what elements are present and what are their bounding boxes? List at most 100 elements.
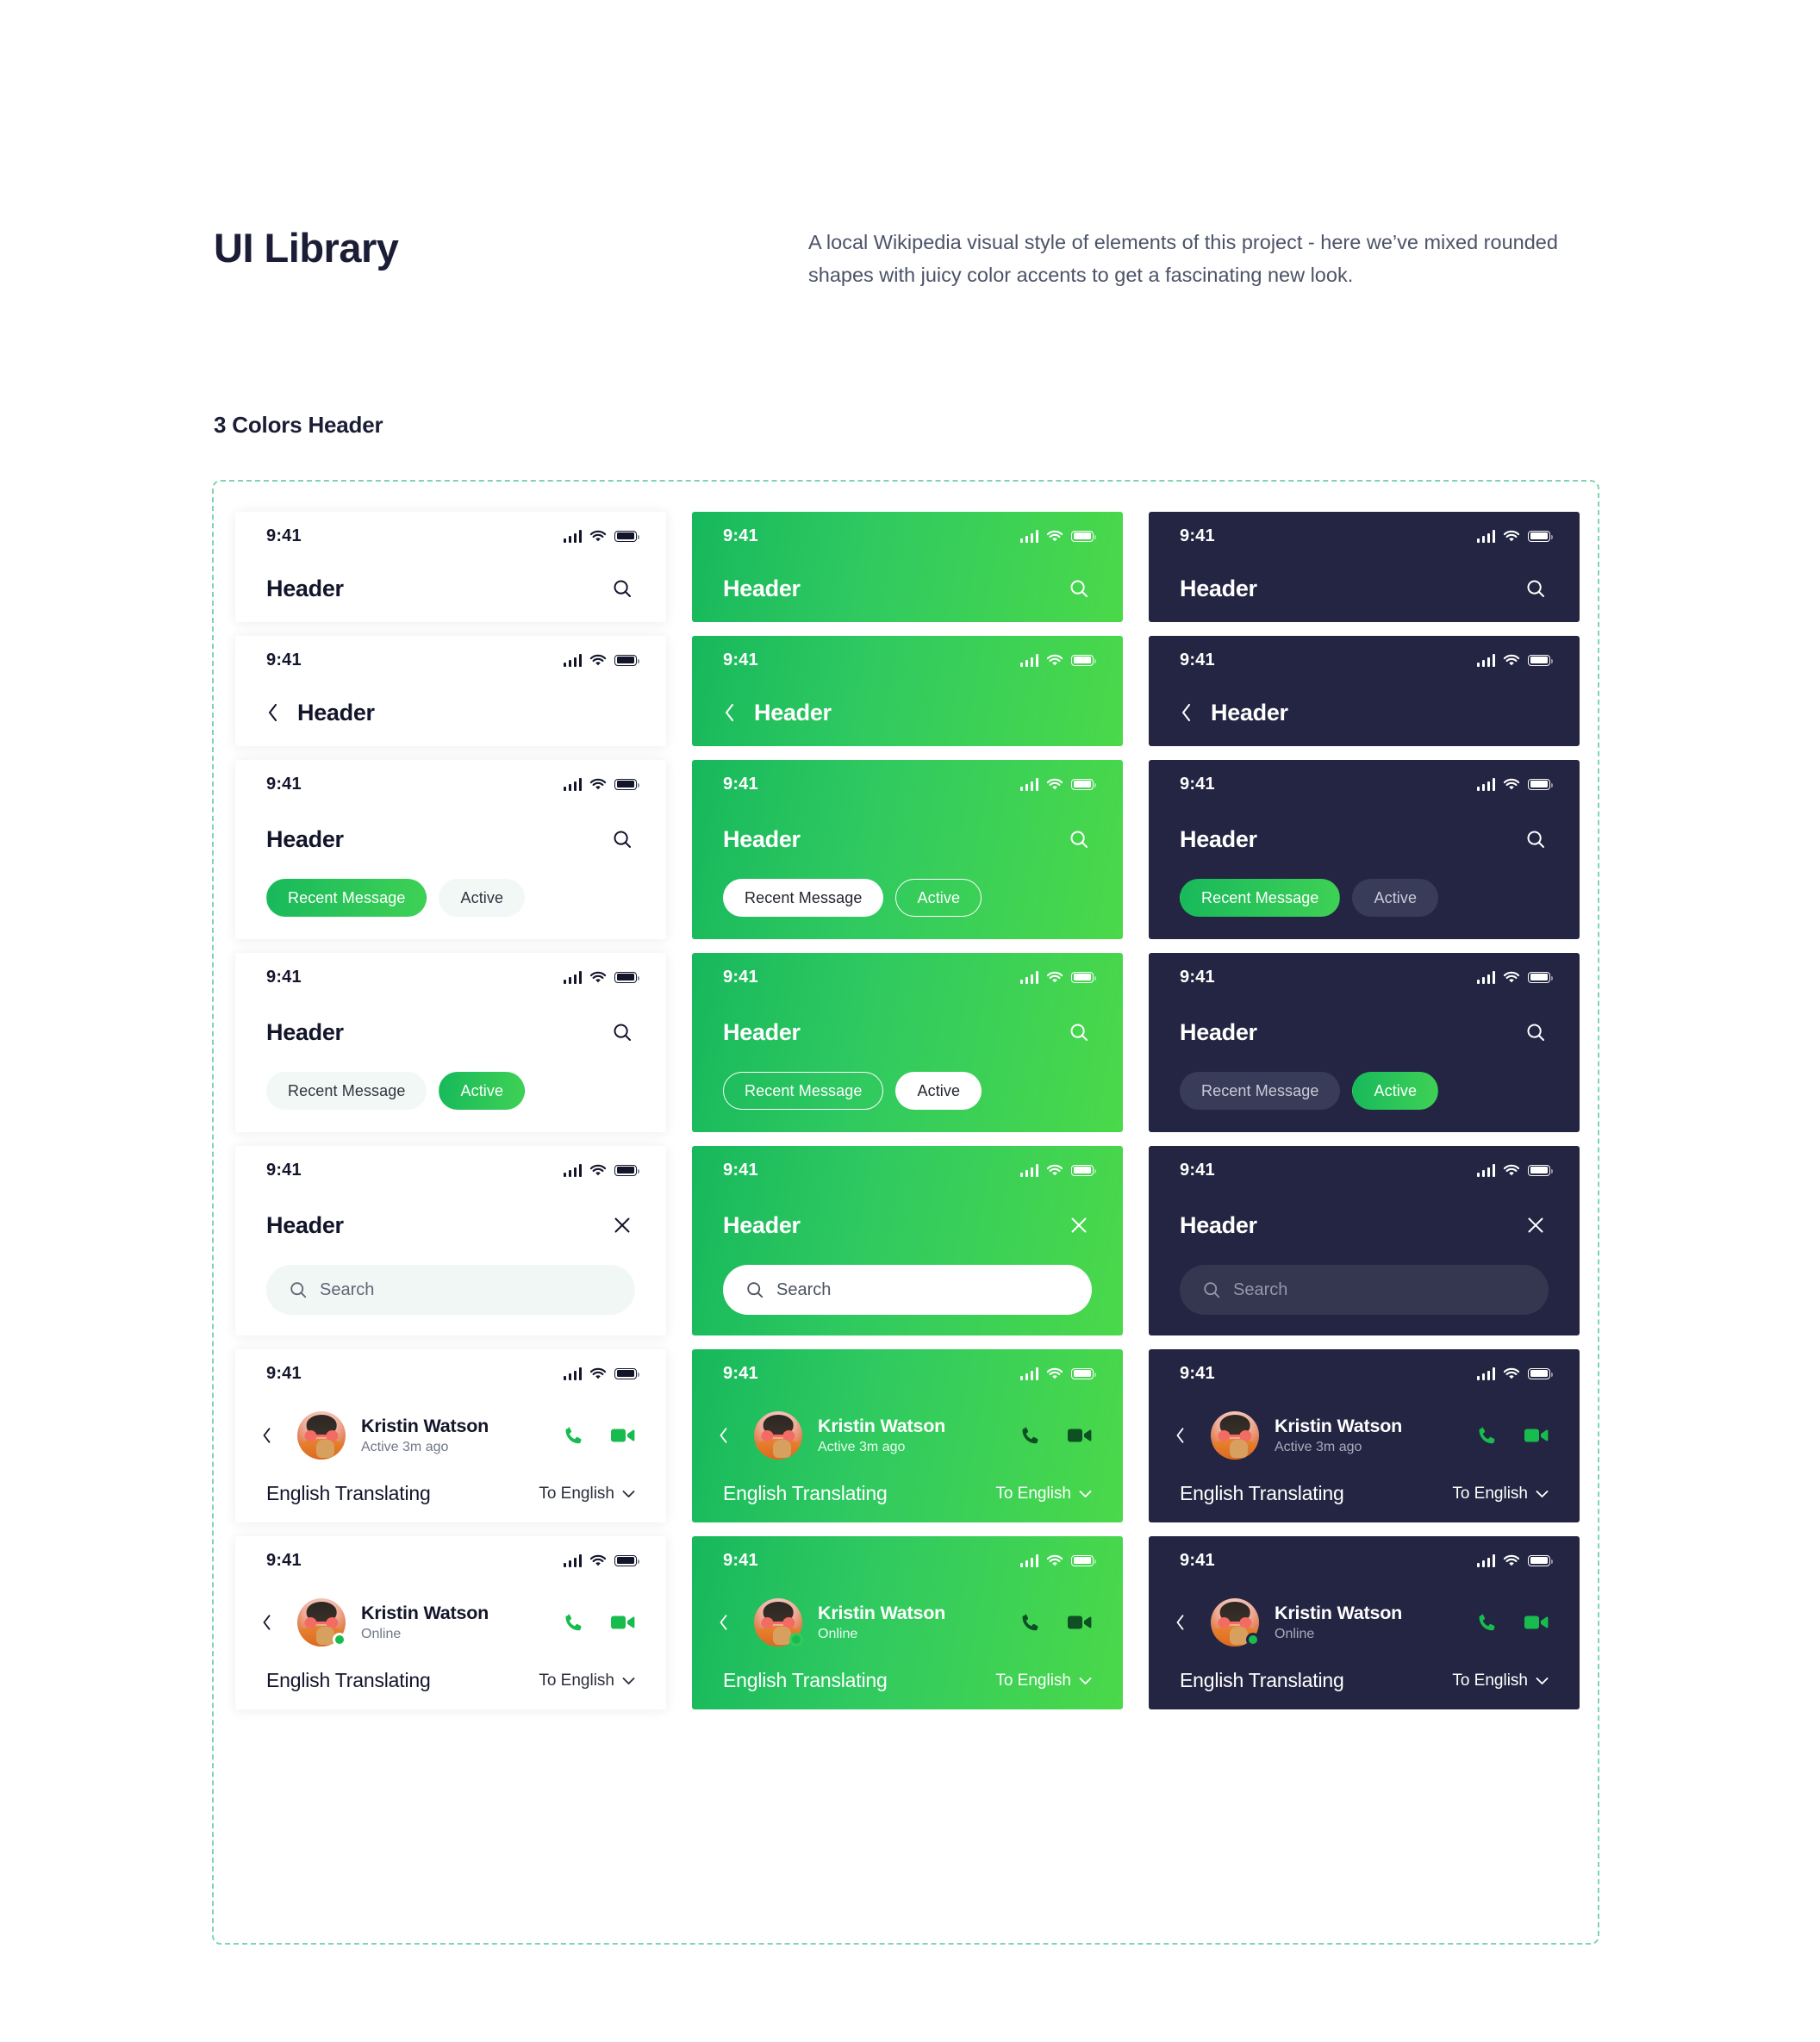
avatar[interactable] xyxy=(1211,1411,1259,1460)
title-row: Header xyxy=(235,1001,666,1051)
close-icon[interactable] xyxy=(1523,1212,1549,1238)
search-icon[interactable] xyxy=(1523,826,1549,852)
header-card-light-title-search[interactable]: 9:41 Header xyxy=(235,512,666,622)
chevron-down-icon xyxy=(622,1677,635,1685)
chip-active[interactable]: Active xyxy=(895,1072,982,1110)
status-time: 9:41 xyxy=(1180,967,1215,987)
header-title: Header xyxy=(1180,825,1257,852)
video-camera-icon[interactable] xyxy=(1066,1609,1094,1636)
chevron-left-icon[interactable] xyxy=(723,700,745,725)
chevron-left-icon[interactable] xyxy=(261,1423,284,1448)
search-input[interactable]: Search xyxy=(723,1265,1092,1315)
search-icon[interactable] xyxy=(1523,576,1549,601)
header-card-green-search-bar[interactable]: 9:41 Header Search xyxy=(692,1146,1123,1335)
status-icons xyxy=(1019,777,1096,791)
cell-r5c2: 9:41 Header Search xyxy=(692,1146,1123,1335)
header-card-light-chips-recent[interactable]: 9:41 Header Recent Message Active xyxy=(235,760,666,939)
signal-bars-icon xyxy=(563,1367,582,1380)
chevron-left-icon[interactable] xyxy=(266,700,289,725)
phone-call-icon[interactable] xyxy=(1473,1422,1500,1449)
section-title: 3 Colors Header xyxy=(214,412,383,438)
phone-call-icon[interactable] xyxy=(559,1609,587,1636)
header-card-dark-chips-recent[interactable]: 9:41 Header Recent Message Active xyxy=(1149,760,1580,939)
language-dropdown[interactable]: To English xyxy=(995,1485,1092,1503)
language-dropdown[interactable]: To English xyxy=(539,1672,635,1690)
avatar[interactable] xyxy=(1211,1598,1260,1647)
chip-active[interactable]: Active xyxy=(439,1072,526,1110)
avatar[interactable] xyxy=(754,1598,803,1647)
chip-recent-message[interactable]: Recent Message xyxy=(1180,1072,1341,1110)
chat-header-green-recent[interactable]: 9:41 Kristin Watson Active 3m ago Englis… xyxy=(692,1349,1123,1522)
chevron-left-icon[interactable] xyxy=(1175,1423,1197,1448)
chevron-left-icon[interactable] xyxy=(1180,700,1202,725)
chat-header-light-online[interactable]: 9:41 Kristin Watson Online English Trans… xyxy=(235,1536,666,1709)
video-camera-icon[interactable] xyxy=(1523,1422,1550,1449)
chip-active[interactable]: Active xyxy=(1352,879,1439,917)
chip-recent-message[interactable]: Recent Message xyxy=(723,1072,884,1110)
chevron-left-icon[interactable] xyxy=(1175,1609,1197,1635)
language-dropdown[interactable]: To English xyxy=(1452,1672,1549,1690)
chevron-left-icon[interactable] xyxy=(261,1609,284,1635)
chat-header-light-recent[interactable]: 9:41 Kristin Watson Active 3m ago Englis… xyxy=(235,1349,666,1522)
close-icon[interactable] xyxy=(1066,1212,1092,1238)
video-camera-icon[interactable] xyxy=(1066,1422,1094,1449)
search-icon[interactable] xyxy=(1066,1019,1092,1045)
chip-recent-message[interactable]: Recent Message xyxy=(266,879,427,917)
avatar[interactable] xyxy=(297,1411,346,1460)
phone-call-icon[interactable] xyxy=(559,1422,587,1449)
avatar[interactable] xyxy=(297,1598,346,1647)
cell-r7c3: 9:41 Kristin Watson Online English Trans… xyxy=(1149,1536,1580,1709)
header-card-green-chips-active[interactable]: 9:41 Header Recent Message Active xyxy=(692,953,1123,1132)
cell-r3c3: 9:41 Header Recent Message Active xyxy=(1149,760,1580,939)
header-card-green-back[interactable]: 9:41 Header xyxy=(692,636,1123,746)
header-card-dark-title-search[interactable]: 9:41 Header xyxy=(1149,512,1580,622)
chat-header-dark-online[interactable]: 9:41 Kristin Watson Online English Trans… xyxy=(1149,1536,1580,1709)
video-camera-icon[interactable] xyxy=(609,1422,637,1449)
search-icon[interactable] xyxy=(1523,1019,1549,1045)
language-dropdown[interactable]: To English xyxy=(539,1485,635,1503)
search-icon[interactable] xyxy=(609,826,635,852)
wifi-icon xyxy=(1503,654,1520,667)
chat-header-dark-recent[interactable]: 9:41 Kristin Watson Active 3m ago Englis… xyxy=(1149,1349,1580,1522)
search-icon[interactable] xyxy=(1066,826,1092,852)
language-dropdown[interactable]: To English xyxy=(995,1672,1092,1690)
close-icon[interactable] xyxy=(609,1212,635,1238)
header-card-green-title-search[interactable]: 9:41 Header xyxy=(692,512,1123,622)
header-card-green-chips-recent[interactable]: 9:41 Header Recent Message Active xyxy=(692,760,1123,939)
phone-call-icon[interactable] xyxy=(1016,1422,1044,1449)
chip-active[interactable]: Active xyxy=(1352,1072,1439,1110)
chip-recent-message[interactable]: Recent Message xyxy=(266,1072,427,1110)
header-card-dark-back[interactable]: 9:41 Header xyxy=(1149,636,1580,746)
wifi-icon xyxy=(1503,778,1520,791)
header-card-dark-chips-active[interactable]: 9:41 Header Recent Message Active xyxy=(1149,953,1580,1132)
search-icon[interactable] xyxy=(1066,576,1092,601)
chevron-left-icon[interactable] xyxy=(718,1423,740,1448)
status-time: 9:41 xyxy=(723,774,758,794)
video-camera-icon[interactable] xyxy=(609,1609,637,1636)
search-icon[interactable] xyxy=(609,576,635,601)
search-input[interactable]: Search xyxy=(1180,1265,1549,1315)
chat-header-green-online[interactable]: 9:41 Kristin Watson Online English Trans… xyxy=(692,1536,1123,1709)
header-card-dark-search-bar[interactable]: 9:41 Header Search xyxy=(1149,1146,1580,1335)
phone-call-icon[interactable] xyxy=(1473,1609,1500,1636)
page-description: A local Wikipedia visual style of elemen… xyxy=(808,231,1558,287)
language-dropdown[interactable]: To English xyxy=(1452,1485,1549,1503)
wifi-icon xyxy=(589,971,607,984)
chevron-left-icon[interactable] xyxy=(718,1609,740,1635)
status-bar: 9:41 xyxy=(692,1146,1123,1194)
header-card-light-chips-active[interactable]: 9:41 Header Recent Message Active xyxy=(235,953,666,1132)
search-input[interactable]: Search xyxy=(266,1265,635,1315)
chip-recent-message[interactable]: Recent Message xyxy=(1180,879,1341,917)
header-card-light-search-bar[interactable]: 9:41 Header Search xyxy=(235,1146,666,1335)
header-card-light-back[interactable]: 9:41 Header xyxy=(235,636,666,746)
avatar[interactable] xyxy=(754,1411,802,1460)
search-icon[interactable] xyxy=(609,1019,635,1045)
video-camera-icon[interactable] xyxy=(1523,1609,1550,1636)
battery-icon xyxy=(1528,1164,1553,1176)
chip-active[interactable]: Active xyxy=(895,879,982,917)
chip-active[interactable]: Active xyxy=(439,879,526,917)
phone-call-icon[interactable] xyxy=(1016,1609,1044,1636)
chip-recent-message[interactable]: Recent Message xyxy=(723,879,884,917)
contact-status: Active 3m ago xyxy=(818,1440,906,1454)
avatar-hand xyxy=(316,1439,334,1458)
